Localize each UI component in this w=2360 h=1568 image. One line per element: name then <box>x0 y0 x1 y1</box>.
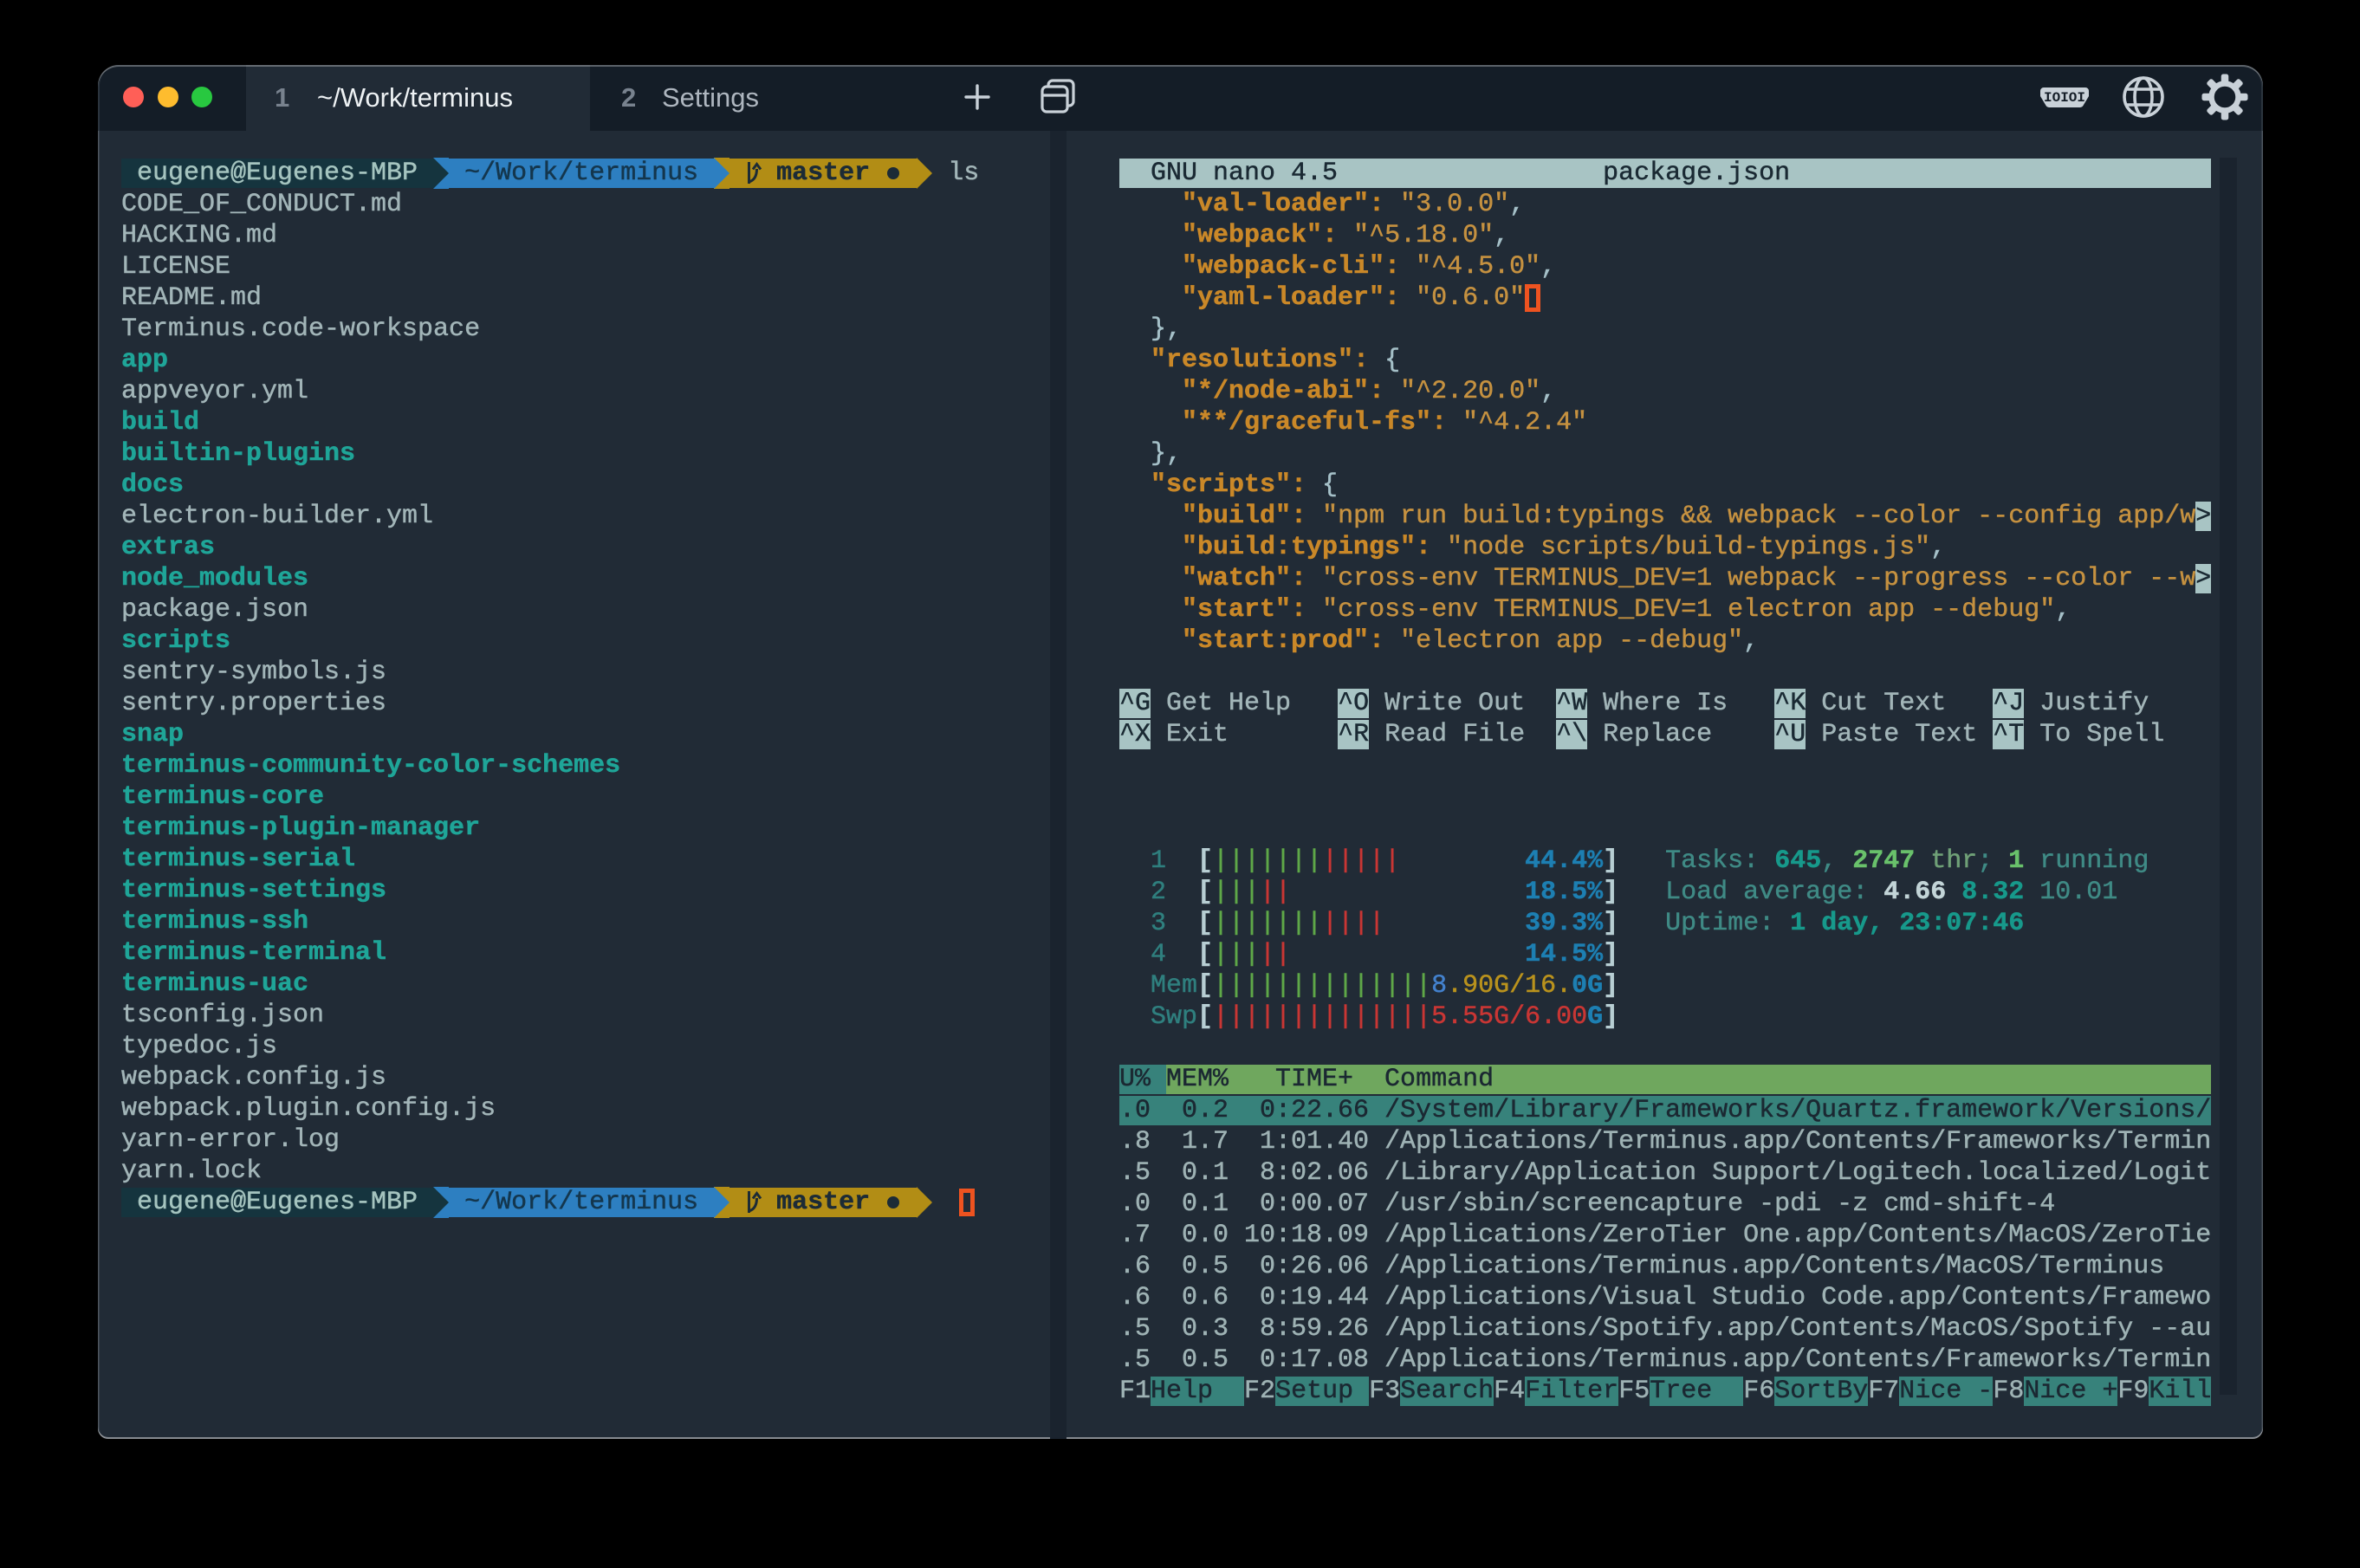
svg-text:IOIOI: IOIOI <box>2044 90 2085 106</box>
